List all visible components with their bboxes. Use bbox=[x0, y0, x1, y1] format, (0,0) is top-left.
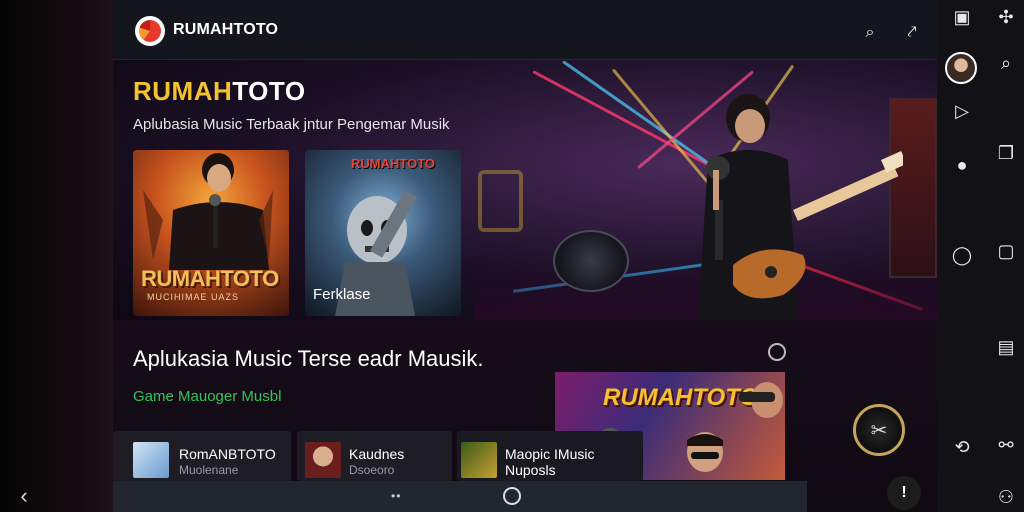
hero-title-part2: TOTO bbox=[232, 76, 306, 106]
list-item[interactable]: Maopic IMusic Nuposls bbox=[457, 431, 643, 481]
list-thumbnail bbox=[305, 442, 341, 478]
music-tools-icon[interactable]: ✂ bbox=[853, 404, 905, 456]
card-1-subtitle: MUCIHIMAE UAZS bbox=[147, 292, 240, 302]
comment-icon[interactable]: ◯ bbox=[949, 242, 975, 268]
recents-icon[interactable]: •• bbox=[391, 489, 401, 503]
copy-icon[interactable]: ❐ bbox=[993, 140, 1019, 166]
clock-icon[interactable] bbox=[768, 343, 786, 361]
avatar[interactable] bbox=[945, 52, 977, 84]
section-subtitle[interactable]: Game Mauoger Musbl bbox=[133, 388, 281, 405]
list-item-subtitle: Dsoeoro bbox=[349, 463, 395, 477]
list-item[interactable]: Kaudnes Dsoeoro bbox=[297, 431, 452, 481]
guitarist-illustration bbox=[698, 94, 903, 320]
rumahtoto-logo-icon[interactable] bbox=[135, 16, 165, 46]
top-bar: RUMAHTOTO ⌕ ⤤ bbox=[113, 0, 937, 60]
list-thumbnail bbox=[133, 442, 169, 478]
side-rail: ▣ ✣ ⌕ ▷ ● ❐ ◯ ▢ ▤ ⟲ ⚯ ⚇ bbox=[937, 0, 1024, 512]
featured-card-1[interactable]: RUMAHTOTO MUCIHIMAE UAZS bbox=[133, 150, 289, 316]
bottom-nav-bar: •• bbox=[113, 481, 807, 512]
refresh-icon[interactable]: ⟲ bbox=[949, 434, 975, 460]
chat-icon[interactable]: ● bbox=[949, 152, 975, 178]
hero-title: RUMAHTOTO bbox=[133, 76, 306, 107]
list-thumbnail bbox=[461, 442, 497, 478]
drum-kit bbox=[553, 230, 629, 292]
section-title: Aplukasia Music Terse eadr Mausik. bbox=[133, 346, 484, 371]
card-1-title: RUMAHTOTO bbox=[141, 266, 279, 291]
card-2-label: Ferklase bbox=[313, 286, 371, 303]
back-arrow-icon[interactable]: ‹ bbox=[10, 482, 38, 510]
list-item-title: Maopic IMusic Nuposls bbox=[505, 446, 595, 478]
caption-icon[interactable]: ▤ bbox=[993, 334, 1019, 360]
info-icon[interactable]: ! bbox=[887, 476, 921, 510]
settings-icon[interactable]: ✣ bbox=[993, 4, 1019, 30]
left-gutter: ‹ bbox=[0, 0, 113, 512]
profile-icon[interactable]: ⚇ bbox=[993, 484, 1019, 510]
hero-title-part1: RUMAH bbox=[133, 76, 233, 106]
search-icon[interactable]: ⌕ bbox=[993, 50, 1019, 76]
hero-subtitle: Aplubasia Music Terbaak jntur Pengemar M… bbox=[133, 116, 450, 133]
square-icon[interactable]: ▢ bbox=[993, 238, 1019, 264]
app-window: RUMAHTOTO ⌕ ⤤ RUMAHTOTO Aplubasia Music … bbox=[113, 0, 937, 512]
list-item-title: RomANBTOTO bbox=[179, 446, 276, 462]
hero-banner[interactable]: RUMAHTOTO Aplubasia Music Terbaak jntur … bbox=[113, 60, 937, 320]
list-item-title: Kaudnes bbox=[349, 446, 405, 462]
app-name: RUMAHTOTO bbox=[173, 21, 279, 38]
link-icon[interactable]: ⚯ bbox=[993, 432, 1019, 458]
list-item[interactable]: RomANBTOTO Muolenane bbox=[113, 431, 291, 481]
stage-screen bbox=[478, 170, 523, 232]
list-item-subtitle: Muolenane bbox=[179, 463, 239, 477]
play-icon[interactable]: ▷ bbox=[949, 98, 975, 124]
search-icon[interactable]: ⌕ bbox=[859, 22, 881, 44]
home-icon[interactable] bbox=[503, 487, 521, 505]
grid-icon[interactable]: ▣ bbox=[949, 4, 975, 30]
featured-card-2[interactable]: RUMAHTOTO Ferklase bbox=[305, 150, 461, 316]
share-icon[interactable]: ⤤ bbox=[901, 22, 923, 44]
